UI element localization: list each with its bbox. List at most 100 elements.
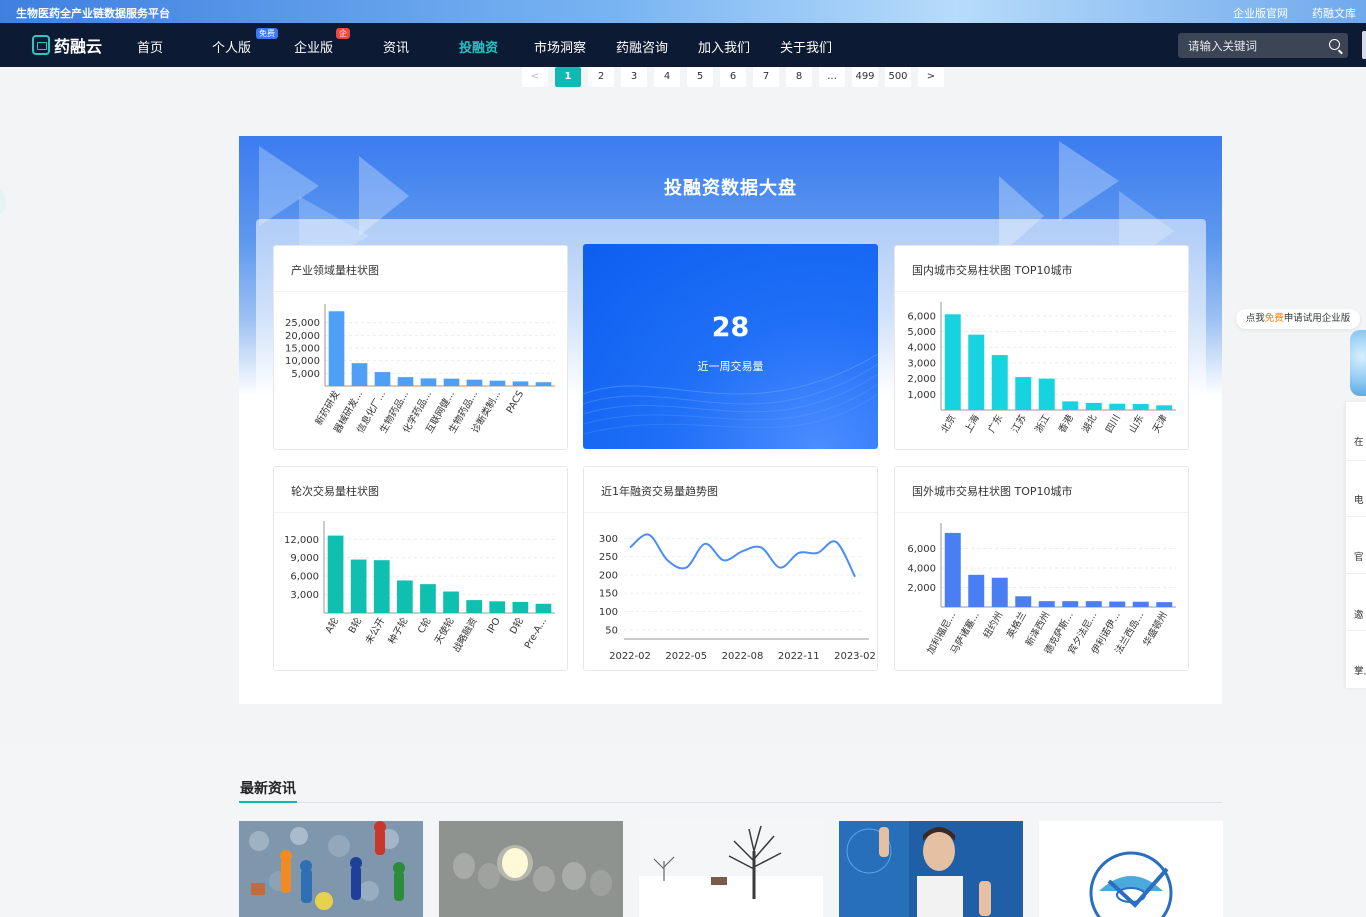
left-float-tab[interactable] [0, 187, 6, 217]
bar[interactable] [1132, 404, 1149, 410]
nav-item-personal[interactable]: 个人版 免费 [212, 28, 278, 56]
search-icon[interactable] [1329, 39, 1340, 50]
page-button[interactable]: 500 [885, 67, 911, 87]
bar[interactable] [466, 600, 483, 613]
bar[interactable] [968, 334, 985, 410]
round-chart-card: 轮次交易量柱状图 3,000 6,000 9,000 12,000 A轮 B轮 未公开 种子轮… [273, 466, 568, 671]
bar[interactable] [1156, 405, 1173, 410]
page-button[interactable]: 6 [720, 67, 746, 87]
news-card-image[interactable] [239, 821, 423, 917]
nav-item-news[interactable]: 资讯 [383, 37, 409, 56]
bar[interactable] [443, 378, 460, 386]
bar[interactable] [968, 574, 985, 607]
bar[interactable] [397, 377, 414, 386]
enterprise-site-link[interactable]: 企业版官网 [1233, 5, 1288, 21]
nav-item-consulting[interactable]: 药融咨询 [616, 37, 668, 56]
side-item-official[interactable]: 官 [1354, 549, 1364, 563]
bar[interactable] [1062, 401, 1079, 410]
nav-item-enterprise[interactable]: 企业版企 [294, 28, 350, 56]
side-item-mobile[interactable]: 掌上 [1354, 663, 1366, 677]
page-button[interactable]: 3 [621, 67, 647, 87]
weekly-deals-card[interactable]: 28 近一周交易量 [583, 244, 878, 449]
bar[interactable] [944, 314, 961, 410]
bar[interactable] [327, 535, 344, 613]
trend-line[interactable] [629, 533, 856, 578]
bar[interactable] [328, 311, 345, 386]
x-tick-label: D轮 [507, 615, 526, 636]
y-tick-label: 250 [599, 552, 618, 563]
bar[interactable] [1038, 378, 1055, 410]
board-game-image [239, 821, 423, 917]
nav-item-investment[interactable]: 投融资 [459, 37, 498, 56]
bar[interactable] [1015, 596, 1032, 607]
bar[interactable] [535, 382, 552, 386]
robot-mascot-icon[interactable] [1350, 330, 1366, 396]
next-page-button[interactable]: > [918, 67, 944, 87]
chart-title: 轮次交易量柱状图 [291, 485, 379, 498]
side-item-invite[interactable]: 邀 [1354, 607, 1364, 621]
bar[interactable] [489, 380, 506, 386]
bar[interactable] [350, 559, 367, 613]
bar[interactable] [1085, 601, 1102, 607]
x-tick-label: 未公开 [363, 615, 388, 646]
bar[interactable] [1109, 403, 1126, 410]
page-button[interactable]: 7 [753, 67, 779, 87]
nav-item-home[interactable]: 首页 [137, 37, 163, 56]
y-tick-label: 12,000 [284, 535, 319, 546]
y-tick-label: 10,000 [285, 356, 320, 367]
page-button[interactable]: 4 [654, 67, 680, 87]
bar[interactable] [443, 591, 459, 614]
x-tick-label: 天使轮 [432, 615, 457, 646]
bar[interactable] [396, 580, 413, 613]
side-divider [1346, 630, 1366, 631]
trial-request-bubble[interactable]: 点我免费申请试用企业版 [1236, 309, 1360, 329]
bar[interactable] [944, 532, 961, 607]
y-tick-label: 9,000 [290, 553, 319, 564]
news-card-image[interactable] [839, 821, 1023, 917]
logo[interactable]: 药融云 [32, 33, 102, 57]
trend-chart-card: 近1年融资交易量趋势图 50 100 150 200 250 300 2022-02 2022… [583, 466, 878, 671]
bar[interactable] [373, 560, 390, 613]
library-link[interactable]: 药融文库 [1312, 5, 1356, 21]
page-button[interactable]: 5 [687, 67, 713, 87]
bar[interactable] [420, 378, 437, 386]
y-tick-label: 50 [605, 625, 618, 636]
bar[interactable] [1156, 602, 1173, 607]
bar[interactable] [512, 601, 529, 613]
bar[interactable] [991, 355, 1008, 410]
bar[interactable] [1085, 402, 1102, 410]
bar[interactable] [489, 601, 506, 613]
search-input[interactable] [1178, 33, 1318, 58]
bar[interactable] [420, 584, 436, 613]
nav-item-about[interactable]: 关于我们 [780, 37, 832, 56]
bar[interactable] [991, 577, 1008, 607]
prev-page-button[interactable]: < [522, 67, 548, 87]
page-button[interactable]: 1 [555, 67, 581, 87]
page-button[interactable]: 2 [588, 67, 614, 87]
page-button[interactable]: 499 [852, 67, 878, 87]
bar[interactable] [1062, 601, 1079, 607]
y-tick-label: 6,000 [290, 572, 319, 583]
nav-edge-tab[interactable] [1362, 31, 1366, 59]
nav-item-market[interactable]: 市场洞察 [534, 37, 586, 56]
bar[interactable] [1109, 601, 1126, 607]
y-tick-label: 100 [599, 607, 618, 618]
news-card-image[interactable] [639, 821, 823, 917]
bar[interactable] [466, 379, 483, 386]
bar[interactable] [1015, 377, 1032, 410]
bar[interactable] [374, 372, 391, 386]
bar[interactable] [1038, 601, 1055, 607]
side-item-phone[interactable]: 电 [1354, 492, 1364, 506]
consistency-evaluation-logo [1039, 821, 1223, 917]
bar[interactable] [535, 603, 552, 613]
news-card-image[interactable] [439, 821, 623, 917]
side-item-online[interactable]: 在 [1354, 434, 1364, 448]
nav-item-join[interactable]: 加入我们 [698, 37, 750, 56]
bar[interactable] [351, 363, 368, 386]
news-card-image[interactable] [1039, 821, 1223, 917]
y-tick-label: 1,000 [907, 390, 936, 401]
bar[interactable] [512, 381, 529, 386]
bar[interactable] [1132, 601, 1149, 607]
page-button[interactable]: 8 [786, 67, 812, 87]
side-divider [1346, 516, 1366, 517]
